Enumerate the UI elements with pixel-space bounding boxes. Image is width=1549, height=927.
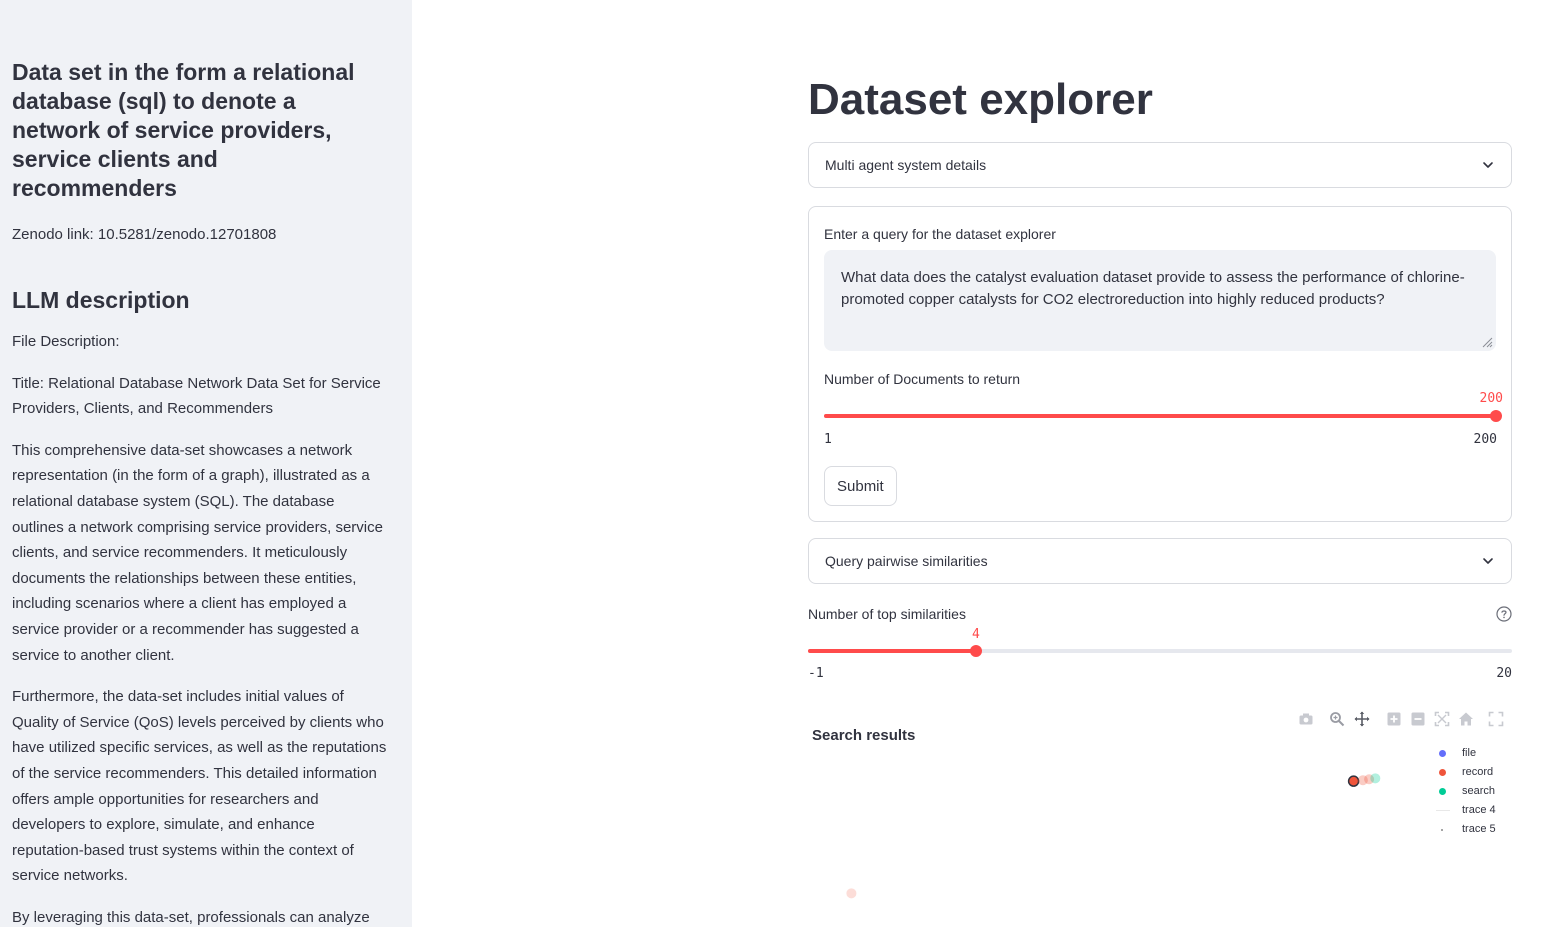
legend-label: trace 5: [1462, 823, 1496, 835]
top-slider-fill: [808, 649, 976, 653]
pairwise-similarities-expander[interactable]: Query pairwise similarities: [808, 538, 1512, 584]
pan-icon[interactable]: [1354, 711, 1370, 727]
legend-label: record: [1462, 766, 1494, 778]
scatter-point-record[interactable]: [846, 888, 857, 899]
scatter-plot[interactable]: [808, 740, 1428, 927]
legend-item[interactable]: file: [1434, 746, 1514, 762]
legend-marker: [1439, 750, 1446, 757]
top-similarities-label: Number of top similarities: [808, 606, 966, 622]
sidebar-paragraph: By leveraging this data-set, professiona…: [12, 908, 370, 926]
zenodo-link-text: Zenodo link: 10.5281/zenodo.12701808: [12, 226, 277, 243]
docs-slider-max: 200: [1473, 432, 1497, 447]
autoscale-icon[interactable]: [1434, 711, 1450, 727]
llm-description-heading: LLM description: [12, 287, 190, 313]
legend-item[interactable]: trace 4: [1434, 803, 1514, 819]
expander-label: Query pairwise similarities: [825, 553, 988, 569]
sidebar-paragraph: Title: Relational Database Network Data …: [12, 374, 381, 418]
scatter-point-record[interactable]: [1347, 775, 1360, 787]
legend-marker: [1439, 769, 1446, 776]
submit-button[interactable]: Submit: [824, 466, 897, 506]
help-circle-icon[interactable]: [1496, 606, 1512, 622]
query-form: Enter a query for the dataset explorer W…: [808, 206, 1512, 522]
docs-slider-label: Number of Documents to return: [824, 371, 1021, 387]
top-slider-thumb[interactable]: [970, 645, 982, 657]
page-title: Dataset explorer: [808, 75, 1153, 124]
legend-item[interactable]: record: [1434, 765, 1514, 781]
top-slider-min: -1: [808, 666, 824, 681]
scatter-point-search[interactable]: [1370, 773, 1381, 784]
query-textarea[interactable]: What data does the catalyst evaluation d…: [824, 250, 1496, 351]
docs-slider-fill: [824, 414, 1496, 418]
sidebar-paragraph: This comprehensive data-set showcases a …: [12, 441, 383, 664]
sidebar-paragraph: File Description:: [12, 333, 120, 350]
docs-slider-min: 1: [824, 432, 832, 447]
legend-item[interactable]: trace 5: [1434, 822, 1514, 838]
sidebar-paragraph: Furthermore, the data-set includes initi…: [12, 688, 387, 885]
legend-label: search: [1462, 785, 1496, 797]
chevron-down-icon: [1483, 558, 1493, 564]
top-slider-max: 20: [1496, 666, 1512, 681]
docs-slider-thumb[interactable]: [1490, 410, 1502, 422]
zoom-in-icon[interactable]: [1386, 711, 1402, 727]
legend-marker: [1439, 788, 1446, 795]
query-text: What data does the catalyst evaluation d…: [841, 269, 1465, 308]
expander-label: Multi agent system details: [825, 157, 987, 173]
camera-icon[interactable]: [1298, 711, 1314, 727]
top-slider-value: 4: [972, 627, 980, 642]
legend-label: trace 4: [1462, 804, 1496, 816]
legend-marker: [1436, 810, 1450, 811]
main-content: Dataset explorer Multi agent system deta…: [808, 0, 1512, 927]
legend-marker: [1441, 829, 1443, 831]
legend-item[interactable]: search: [1434, 784, 1514, 800]
resize-handle-icon[interactable]: [1481, 336, 1493, 348]
legend-label: file: [1462, 747, 1477, 759]
chevron-down-icon: [1483, 162, 1493, 168]
multi-agent-expander[interactable]: Multi agent system details: [808, 142, 1512, 188]
zoom-out-icon[interactable]: [1410, 711, 1426, 727]
sidebar: Data set in the form a relational databa…: [0, 0, 412, 927]
query-label: Enter a query for the dataset explorer: [824, 226, 1056, 242]
fullscreen-icon[interactable]: [1488, 711, 1504, 727]
sidebar-title: Data set in the form a relational databa…: [12, 59, 355, 201]
docs-slider-value: 200: [1479, 391, 1503, 406]
zoom-icon[interactable]: [1329, 711, 1345, 727]
reset-axes-icon[interactable]: [1458, 711, 1474, 727]
